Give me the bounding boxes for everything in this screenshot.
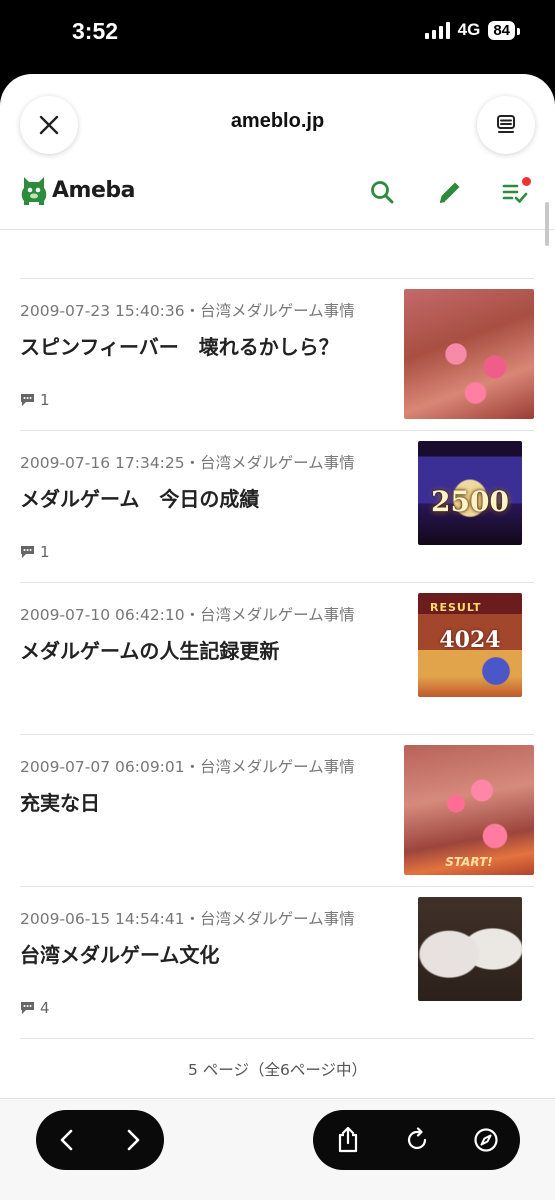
thumbnail-start-text: START! — [445, 855, 493, 869]
tabs-icon — [497, 115, 515, 133]
actions-pill — [313, 1110, 520, 1170]
battery-indicator: 84 — [488, 20, 520, 40]
article-date: 2009-07-16 17:34:25 — [20, 454, 185, 472]
search-icon — [371, 181, 394, 204]
status-time: 3:52 — [72, 18, 119, 44]
ameba-logo[interactable]: Ameba — [20, 174, 135, 206]
article-date: 2009-07-07 06:09:01 — [20, 758, 185, 776]
forward-button[interactable] — [110, 1118, 154, 1162]
article-thumbnail[interactable] — [404, 289, 534, 419]
tabs-button[interactable] — [477, 96, 535, 154]
sheet-header: ameblo.jp — [0, 74, 555, 170]
article-title[interactable]: メダルゲーム 今日の成績 — [20, 483, 259, 512]
browser-toolbar — [0, 1100, 555, 1200]
search-button[interactable] — [366, 176, 398, 208]
article-meta: 2009-07-10 06:42:10・台湾メダルゲーム事情 — [20, 606, 355, 624]
scrollbar[interactable] — [545, 202, 549, 246]
article-date: 2009-06-15 14:54:41 — [20, 910, 185, 928]
article-meta: 2009-06-15 14:54:41・台湾メダルゲーム事情 — [20, 910, 355, 928]
thumbnail-score-text: 2500 — [431, 485, 509, 518]
back-arrow-icon — [60, 1129, 73, 1151]
article-title[interactable]: メダルゲームの人生記録更新 — [20, 635, 279, 664]
article-item[interactable]: 2009-07-10 06:42:10・台湾メダルゲーム事情 メダルゲームの人生… — [20, 583, 534, 735]
article-item[interactable]: 2009-07-07 06:09:01・台湾メダルゲーム事情 充実な日 STAR… — [20, 735, 534, 887]
page-domain: ameblo.jp — [230, 110, 325, 132]
article-category[interactable]: 台湾メダルゲーム事情 — [200, 606, 355, 624]
article-item[interactable]: 2009-07-23 15:40:36・台湾メダルゲーム事情 スピンフィーバー … — [20, 279, 534, 431]
open-in-browser-button[interactable] — [464, 1118, 508, 1162]
divider — [0, 1098, 555, 1099]
thumbnail-result-text: RESULT — [430, 601, 482, 614]
notification-dot — [522, 177, 531, 186]
navigation-pill — [36, 1110, 164, 1170]
forward-arrow-icon — [127, 1129, 140, 1151]
share-button[interactable] — [326, 1118, 370, 1162]
article-list: 2009-07-23 15:40:36・台湾メダルゲーム事情 スピンフィーバー … — [20, 278, 534, 1039]
ameba-mascot-icon — [21, 177, 47, 205]
article-title[interactable]: 台湾メダルゲーム文化 — [20, 939, 219, 968]
comment-count[interactable]: 1 — [20, 391, 50, 409]
pagination-text: 5 ページ（全6ページ中） — [187, 1061, 368, 1079]
article-meta: 2009-07-07 06:09:01・台湾メダルゲーム事情 — [20, 758, 355, 776]
article-category[interactable]: 台湾メダルゲーム事情 — [200, 758, 355, 776]
article-item[interactable]: 2009-06-15 14:54:41・台湾メダルゲーム事情 台湾メダルゲーム文… — [20, 887, 534, 1039]
article-thumbnail[interactable]: 2500 — [418, 441, 522, 545]
article-category[interactable]: 台湾メダルゲーム事情 — [200, 454, 355, 472]
article-thumbnail[interactable]: START! — [404, 745, 534, 875]
status-bar: 3:52 4G 84 — [0, 0, 555, 70]
reload-icon — [407, 1127, 426, 1150]
article-meta: 2009-07-23 15:40:36・台湾メダルゲーム事情 — [20, 302, 355, 320]
signal-icon — [424, 21, 450, 39]
status-indicators: 4G 84 — [424, 20, 520, 40]
pen-icon — [439, 182, 460, 203]
thumbnail-score-text: 4024 — [439, 627, 501, 653]
network-type: 4G — [457, 20, 481, 39]
article-date: 2009-07-10 06:42:10 — [20, 606, 185, 624]
article-thumbnail[interactable] — [418, 897, 522, 1001]
browser-sheet: ameblo.jp Ameba 2009-07-23 15:40:36・台湾メダ… — [0, 74, 555, 1200]
article-category[interactable]: 台湾メダルゲーム事情 — [200, 302, 355, 320]
article-title[interactable]: スピンフィーバー 壊れるかしら？ — [20, 331, 339, 360]
article-thumbnail[interactable]: RESULT 4024 — [418, 593, 522, 697]
reload-button[interactable] — [395, 1118, 439, 1162]
site-header: Ameba — [0, 170, 555, 230]
share-icon — [338, 1126, 357, 1153]
article-item[interactable]: 2009-07-16 17:34:25・台湾メダルゲーム事情 メダルゲーム 今日… — [20, 431, 534, 583]
compass-icon — [473, 1128, 498, 1152]
comment-count[interactable]: 4 — [20, 999, 50, 1017]
article-date: 2009-07-23 15:40:36 — [20, 302, 185, 320]
article-meta: 2009-07-16 17:34:25・台湾メダルゲーム事情 — [20, 454, 355, 472]
article-category[interactable]: 台湾メダルゲーム事情 — [200, 910, 355, 928]
article-title[interactable]: 充実な日 — [20, 787, 100, 816]
comment-count[interactable]: 1 — [20, 543, 50, 561]
comment-icon — [21, 394, 34, 406]
comment-icon — [21, 1002, 34, 1014]
comment-icon — [21, 546, 34, 558]
notifications-button[interactable] — [499, 176, 531, 208]
logo-text: Ameba — [52, 177, 135, 203]
write-button[interactable] — [434, 176, 466, 208]
back-button[interactable] — [46, 1118, 90, 1162]
